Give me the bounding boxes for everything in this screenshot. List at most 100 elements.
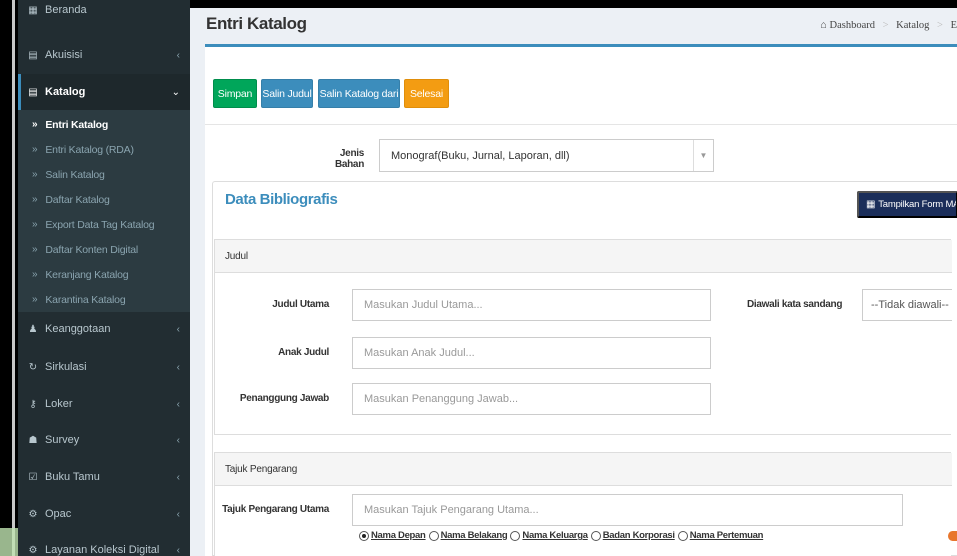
submenu-item-entri-katalog-rda[interactable]: » Entri Katalog (RDA)	[18, 137, 190, 162]
anak-judul-input[interactable]: Masukan Anak Judul...	[352, 337, 711, 369]
katalog-submenu: » Entri Katalog » Entri Katalog (RDA) » …	[18, 110, 190, 312]
breadcrumb: ⌂ Dashboard > Katalog > E	[821, 20, 957, 31]
chevron-left-icon: ‹	[176, 49, 180, 61]
book-icon: ▤	[28, 49, 38, 61]
sidebar-item-label: Layanan Koleksi Digital	[45, 544, 160, 556]
chevron-left-icon: ‹	[176, 544, 180, 556]
double-chevron-icon: »	[32, 169, 38, 180]
marc-button-label: Tampilkan Form MARC	[878, 199, 956, 210]
penanggung-jawab-input[interactable]: Masukan Penanggung Jawab...	[352, 383, 711, 415]
window-edge	[12, 0, 15, 556]
judul-utama-label: Judul Utama	[272, 299, 329, 310]
cogs-icon: ⚙	[28, 508, 38, 520]
chevron-left-icon: ‹	[176, 471, 180, 483]
penanggung-jawab-label: Penanggung Jawab	[239, 393, 329, 404]
breadcrumb-item-dashboard[interactable]: Dashboard	[829, 20, 875, 31]
radio-label: Badan Korporasi	[602, 530, 675, 541]
radio-unchecked-icon	[428, 530, 439, 541]
breadcrumb-separator: >	[937, 20, 943, 31]
main-content: Entri Katalog ⌂ Dashboard > Katalog > E …	[190, 8, 957, 556]
sidebar-item-label: Keanggotaan	[45, 323, 111, 335]
home-icon: ⌂	[820, 20, 827, 31]
submenu-item-label: Export Data Tag Katalog	[45, 218, 155, 231]
sidebar-item-akuisisi[interactable]: ▤ Akuisisi ‹	[18, 37, 190, 73]
jenis-bahan-select[interactable]: Monograf(Buku, Jurnal, Laporan, dll) ▼	[379, 139, 714, 172]
tajuk-pengarang-section-header: Tajuk Pengarang	[215, 453, 952, 486]
radio-nama-depan[interactable]: Nama Depan	[359, 530, 426, 541]
tajuk-pengarang-section: Tajuk Pengarang Tajuk Pengarang Utama Ma…	[214, 452, 952, 556]
divider	[205, 124, 957, 125]
submenu-item-label: Entri Katalog	[45, 118, 109, 131]
radio-nama-belakang[interactable]: Nama Belakang	[428, 530, 508, 541]
sidebar-item-layanan-koleksi-digital[interactable]: ⚙ Layanan Koleksi Digital ‹	[18, 532, 190, 556]
sidebar-item-label: Buku Tamu	[45, 471, 100, 483]
radio-label: Nama Depan	[371, 530, 426, 541]
diawali-kata-sandang-select[interactable]: --Tidak diawali--	[862, 289, 952, 321]
cogs-icon: ⚙	[28, 544, 38, 556]
data-bibliografis-panel: Data Bibliografis ▦ Tampilkan Form MARC …	[212, 181, 957, 556]
chevron-left-icon: ‹	[176, 323, 180, 335]
tampilkan-form-marc-button[interactable]: ▦ Tampilkan Form MARC	[857, 191, 957, 218]
tajuk-pengarang-utama-label: Tajuk Pengarang Utama	[222, 504, 329, 515]
radio-badan-korporasi[interactable]: Badan Korporasi	[590, 530, 675, 541]
sidebar-item-opac[interactable]: ⚙ Opac ‹	[18, 496, 190, 532]
sidebar: ▦ Beranda ▤ Akuisisi ‹ ▤ Katalog ⌄ » Ent…	[18, 0, 190, 556]
sidebar-item-label: Loker	[45, 398, 73, 410]
radio-label: Nama Belakang	[440, 530, 508, 541]
double-chevron-icon: »	[32, 119, 38, 130]
chevron-left-icon: ‹	[176, 361, 180, 373]
radio-unchecked-icon	[510, 530, 521, 541]
sidebar-item-label: Beranda	[45, 4, 87, 16]
entri-katalog-box: Simpan Salin Judul Salin Katalog dari Se…	[205, 47, 957, 556]
sidebar-item-survey[interactable]: ☗ Survey ‹	[18, 422, 190, 458]
sidebar-item-buku-tamu[interactable]: ☑ Buku Tamu ‹	[18, 459, 190, 495]
sidebar-item-beranda[interactable]: ▦ Beranda	[18, 0, 190, 28]
radio-nama-pertemuan[interactable]: Nama Pertemuan	[677, 530, 764, 541]
submenu-item-daftar-konten-digital[interactable]: » Daftar Konten Digital	[18, 237, 190, 262]
judul-section: Judul Judul Utama Masukan Judul Utama...…	[214, 239, 952, 435]
sidebar-item-loker[interactable]: ⚷ Loker ‹	[18, 386, 190, 422]
judul-utama-input[interactable]: Masukan Judul Utama...	[352, 289, 711, 321]
sidebar-item-keanggotaan[interactable]: ♟ Keanggotaan ‹	[18, 311, 190, 347]
simpan-button[interactable]: Simpan	[213, 79, 257, 108]
selesai-button[interactable]: Selesai	[404, 79, 449, 108]
tajuk-pengarang-utama-input[interactable]: Masukan Tajuk Pengarang Utama...	[352, 494, 903, 526]
check-square-icon: ☑	[28, 471, 38, 483]
radio-label: Nama Keluarga	[522, 530, 588, 541]
submenu-item-label: Keranjang Katalog	[45, 268, 129, 281]
sidebar-item-katalog[interactable]: ▤ Katalog ⌄	[18, 74, 190, 110]
salin-judul-button[interactable]: Salin Judul	[261, 79, 313, 108]
radio-label: Nama Pertemuan	[689, 530, 764, 541]
submenu-item-label: Entri Katalog (RDA)	[45, 143, 134, 156]
submenu-item-export-data-tag[interactable]: » Export Data Tag Katalog	[18, 212, 190, 237]
diawali-kata-sandang-label: Diawali kata sandang	[747, 299, 843, 310]
submenu-item-salin-katalog[interactable]: » Salin Katalog	[18, 162, 190, 187]
breadcrumb-item-katalog[interactable]: Katalog	[896, 20, 929, 31]
chevron-left-icon: ‹	[176, 398, 180, 410]
floating-action-icon[interactable]	[948, 531, 957, 541]
submenu-item-daftar-katalog[interactable]: » Daftar Katalog	[18, 187, 190, 212]
submenu-item-entri-katalog[interactable]: » Entri Katalog	[18, 112, 190, 137]
submenu-item-karantina-katalog[interactable]: » Karantina Katalog	[18, 287, 190, 312]
table-icon: ▦	[866, 199, 876, 210]
sidebar-item-label: Akuisisi	[45, 49, 83, 61]
chevron-down-icon: ⌄	[171, 86, 180, 98]
double-chevron-icon: »	[32, 269, 38, 280]
salin-katalog-dari-button[interactable]: Salin Katalog dari	[318, 79, 400, 108]
radio-checked-icon	[359, 530, 369, 541]
submenu-item-keranjang-katalog[interactable]: » Keranjang Katalog	[18, 262, 190, 287]
judul-section-header: Judul	[215, 240, 952, 273]
double-chevron-icon: »	[32, 294, 38, 305]
sidebar-item-label: Katalog	[45, 86, 86, 98]
caret-down-icon: ▼	[693, 140, 713, 171]
radio-unchecked-icon	[677, 530, 688, 541]
double-chevron-icon: »	[32, 219, 38, 230]
sidebar-item-label: Sirkulasi	[45, 361, 87, 373]
book-icon: ▤	[28, 86, 38, 98]
radio-nama-keluarga[interactable]: Nama Keluarga	[510, 530, 588, 541]
submenu-item-label: Salin Katalog	[45, 168, 105, 181]
chevron-left-icon: ‹	[176, 508, 180, 520]
jenis-nama-radio-group: Nama Depan Nama Belakang Nama Keluarga B…	[359, 530, 766, 541]
sidebar-item-sirkulasi[interactable]: ↻ Sirkulasi ‹	[18, 349, 190, 385]
submenu-item-label: Daftar Konten Digital	[45, 243, 139, 256]
